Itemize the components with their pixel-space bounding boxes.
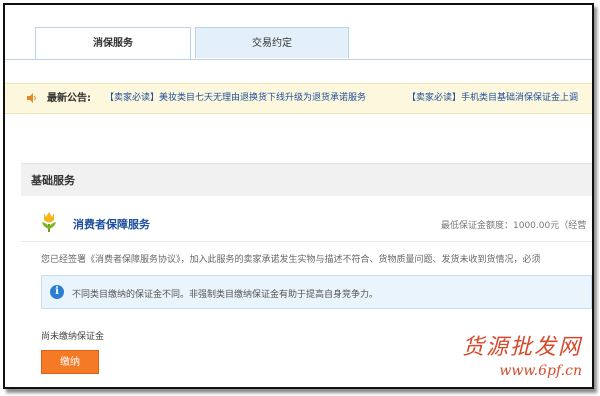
watermark-url: www.6pf.cn: [499, 363, 582, 379]
speaker-icon: [27, 93, 36, 103]
info-box: i 不同类目缴纳的保证金不同。非强制类目缴纳保证金有助于提高自身竞争力。: [41, 275, 592, 309]
announcement-link[interactable]: 【卖家必读】手机类目基础消保保证金上调: [407, 84, 578, 113]
info-icon: i: [50, 285, 64, 299]
announcement-bar: 最新公告: 【卖家必读】美妆类目七天无理由退换货下线升级为退货承诺服务 【卖家必…: [5, 83, 592, 114]
tab-consumer-protection[interactable]: 消保服务: [35, 27, 191, 59]
info-text: 不同类目缴纳的保证金不同。非强制类目缴纳保证金有助于提高自身竞争力。: [72, 290, 379, 300]
deposit-quota: 最低保证金额度：1000.00元（经营: [441, 221, 587, 231]
announcement-link[interactable]: 【卖家必读】美妆类目七天无理由退换货下线升级为退货承诺服务: [105, 84, 366, 113]
divider: [21, 241, 592, 242]
watermark: 货源批发网 www.6pf.cn: [462, 329, 582, 379]
deposit-status: 尚未缴纳保证金: [41, 332, 105, 342]
section-title: 基础服务: [31, 174, 75, 187]
tulip-icon: [42, 212, 56, 232]
section-header: 基础服务: [21, 163, 592, 196]
service-title: 消费者保障服务: [73, 218, 150, 231]
tab-trade-agreement[interactable]: 交易约定: [195, 27, 349, 58]
announcement-label: 最新公告:: [47, 93, 91, 104]
watermark-brand: 货源批发网: [461, 335, 582, 360]
agreement-text: 您已经签署《消费者保障服务协议》，加入此服务的卖家承诺发生实物与描述不符合、货物…: [41, 255, 541, 265]
tab-bar: 消保服务 交易约定: [5, 5, 592, 60]
pay-deposit-button[interactable]: 缴纳: [41, 350, 99, 374]
page-frame: 消保服务 交易约定 最新公告: 【卖家必读】美妆类目七天无理由退换货下线升级为退…: [3, 3, 594, 389]
